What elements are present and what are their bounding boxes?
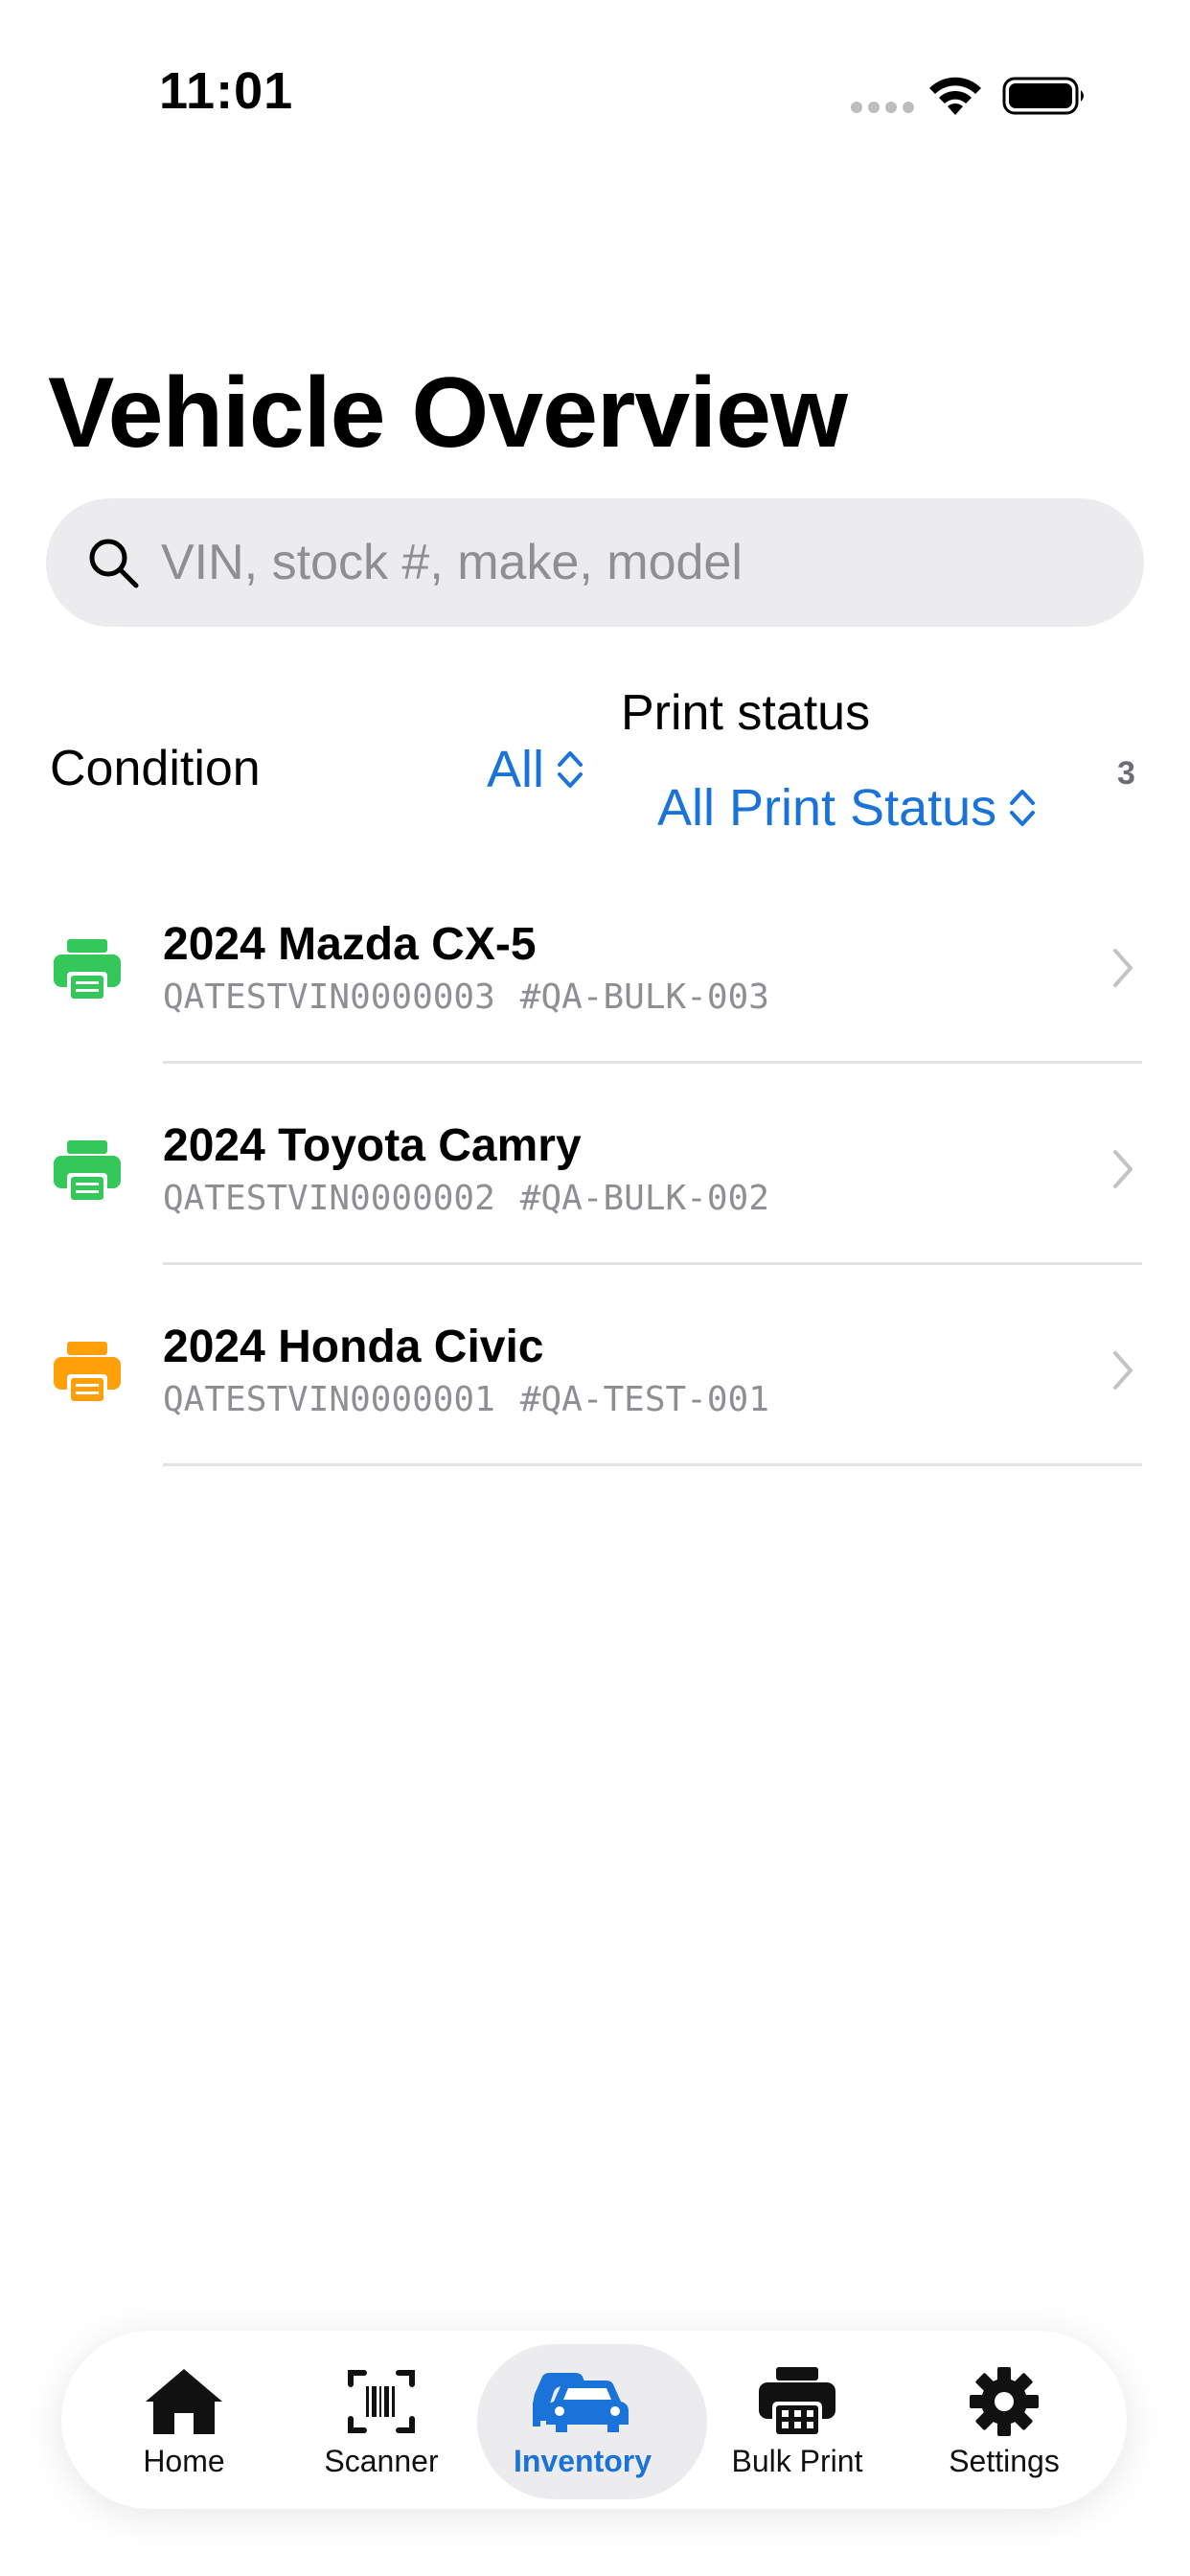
vehicle-row[interactable]: 2024 Honda Civic QATESTVIN0000001 #QA-TE… [0,1265,1190,1466]
vehicle-row[interactable]: 2024 Toyota Camry QATESTVIN0000002 #QA-B… [0,1064,1190,1265]
search-input[interactable] [161,498,1100,627]
vehicle-vin: QATESTVIN0000001 [163,1380,495,1419]
vehicle-stock: #QA-TEST-001 [519,1380,769,1419]
vehicle-vin: QATESTVIN0000002 [163,1179,495,1218]
tab-inventory-label: Inventory [513,2444,652,2478]
vehicle-stock: #QA-BULK-003 [519,978,769,1017]
status-bar: 11:01 [0,0,1190,192]
chevron-right-icon [1113,949,1133,987]
barcode-scanner-icon [348,2370,415,2433]
tab-bar: Home Scanner Inventory Bulk Print Settin… [61,2331,1127,2509]
chevron-up-down-icon [1010,790,1036,826]
tab-home-label: Home [143,2444,225,2478]
vehicle-meta: QATESTVIN0000002 #QA-BULK-002 [163,1179,769,1218]
gear-icon [970,2367,1039,2436]
house-icon [146,2369,222,2434]
cars-icon [533,2373,629,2432]
status-time: 11:01 [159,62,294,120]
chevron-right-icon [1113,1150,1133,1188]
tab-scanner[interactable]: Scanner [286,2331,477,2509]
vehicle-vin: QATESTVIN0000003 [163,978,495,1017]
result-count: 3 [1117,755,1135,792]
print-status-label: Print status [621,685,871,741]
vehicle-name: 2024 Mazda CX-5 [163,919,537,970]
page-title: Vehicle Overview [48,357,848,469]
print-status-value: All Print Status [657,779,997,837]
condition-value: All [487,741,545,798]
condition-label: Condition [50,741,261,796]
vehicle-meta: QATESTVIN0000001 #QA-TEST-001 [163,1380,769,1419]
search-icon [89,539,139,588]
search-bar[interactable] [46,498,1144,627]
row-separator [163,1463,1142,1466]
tab-settings-label: Settings [949,2444,1060,2478]
tab-scanner-label: Scanner [324,2444,439,2478]
tab-bulk-print-label: Bulk Print [731,2444,863,2478]
cellular-signal-icon [851,102,914,115]
chevron-up-down-icon [558,751,584,788]
vehicle-name: 2024 Honda Civic [163,1322,544,1372]
print-status-picker[interactable]: All Print Status [657,778,1037,838]
vehicle-meta: QATESTVIN0000003 #QA-BULK-003 [163,978,769,1017]
printer-icon [759,2367,835,2436]
tab-settings[interactable]: Settings [908,2331,1100,2509]
printer-status-icon [54,1140,121,1204]
tab-inventory[interactable]: Inventory [477,2331,707,2509]
battery-icon [1002,77,1084,115]
vehicle-row[interactable]: 2024 Mazda CX-5 QATESTVIN0000003 #QA-BUL… [0,862,1190,1064]
tab-bulk-print[interactable]: Bulk Print [701,2331,893,2509]
chevron-right-icon [1113,1351,1133,1390]
vehicle-name: 2024 Toyota Camry [163,1120,582,1171]
printer-status-icon [54,939,121,1002]
tab-home[interactable]: Home [88,2331,280,2509]
printer-status-icon [54,1342,121,1405]
condition-picker[interactable]: All [487,740,584,799]
wifi-icon [929,77,981,115]
vehicle-stock: #QA-BULK-002 [519,1179,769,1218]
